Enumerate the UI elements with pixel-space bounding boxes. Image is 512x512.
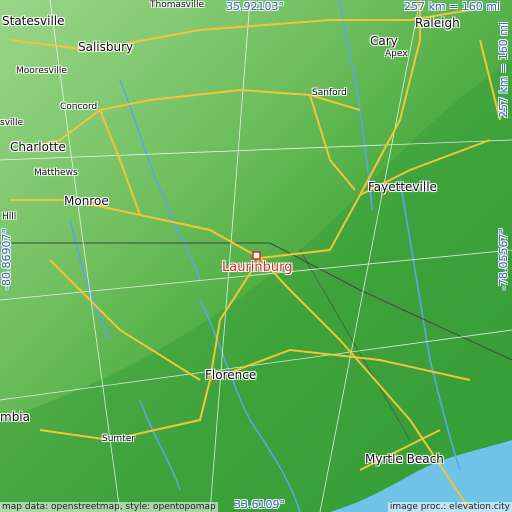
city-label: Salisbury xyxy=(78,40,134,54)
city-label: Sanford xyxy=(312,88,347,98)
coord-right: -78.05567° xyxy=(497,228,510,290)
city-label: Cary xyxy=(370,34,398,48)
city-label: Florence xyxy=(205,368,257,382)
coord-left: -80.86907° xyxy=(0,228,13,290)
city-label: Statesville xyxy=(2,14,65,28)
city-label: Monroe xyxy=(64,194,109,208)
city-label: Raleigh xyxy=(415,16,460,30)
city-label: Matthews xyxy=(34,168,78,178)
city-label: Thomasville xyxy=(150,0,205,10)
city-label: Hill xyxy=(2,212,17,222)
coord-bottom: 33.6109° xyxy=(234,498,285,511)
city-label: sville xyxy=(0,118,24,128)
image-attribution: image proc.: elevation.city xyxy=(387,502,512,512)
city-label: Myrtle Beach xyxy=(365,452,444,466)
city-label: Fayetteville xyxy=(368,180,437,194)
map-attribution: map data: openstreetmap, style: opentopo… xyxy=(0,502,218,512)
city-label: Mooresville xyxy=(16,66,67,76)
city-label: Charlotte xyxy=(10,140,66,154)
scale-right: 257 km = 160 mi xyxy=(497,21,510,118)
city-label: mbia xyxy=(0,410,30,424)
city-label: Concord xyxy=(60,102,98,112)
city-label: Apex xyxy=(385,49,408,59)
scale-top: 257 km = 160 mi xyxy=(404,0,501,13)
terrain-layer xyxy=(0,0,512,512)
coord-top: 35.92103° xyxy=(226,0,284,13)
laurinburg-marker xyxy=(252,251,261,260)
city-label: Sumter xyxy=(102,434,135,444)
place-label: Laurinburg xyxy=(222,260,293,275)
map-view[interactable]: Statesville Salisbury Thomasville Moores… xyxy=(0,0,512,512)
